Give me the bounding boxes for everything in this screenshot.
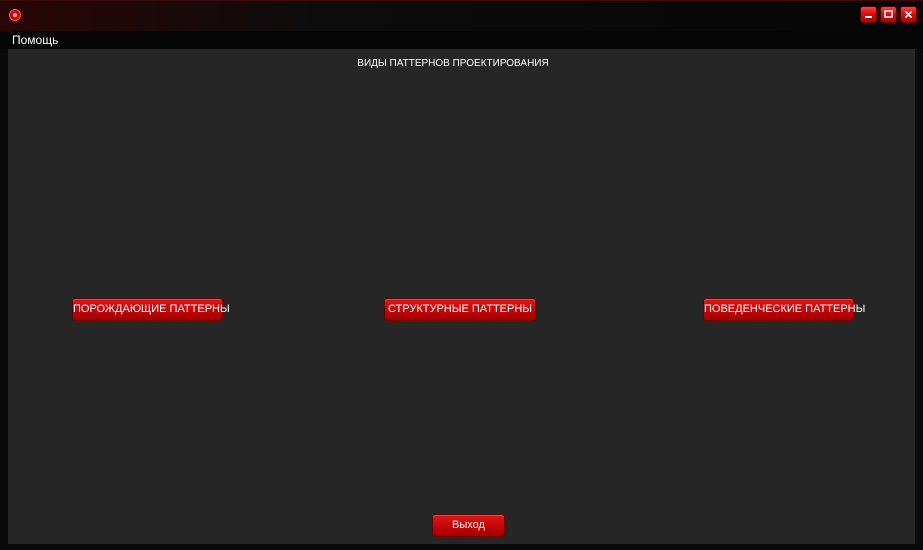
creational-patterns-button[interactable]: ПОРОЖДАЮЩИЕ ПАТТЕРНЫ: [72, 298, 230, 321]
page-title: ВИДЫ ПАТТЕРНОВ ПРОЕКТИРОВАНИЯ: [357, 58, 549, 69]
window-controls: [860, 6, 917, 23]
exit-button[interactable]: Выход: [432, 514, 505, 537]
app-icon: [8, 8, 22, 22]
minimize-icon[interactable]: [860, 6, 877, 23]
title-bar[interactable]: [0, 1, 923, 31]
menu-item-help[interactable]: Помощь: [12, 32, 58, 48]
close-icon[interactable]: [900, 6, 917, 23]
main-panel: ВИДЫ ПАТТЕРНОВ ПРОЕКТИРОВАНИЯ ПОРОЖДАЮЩИ…: [8, 49, 915, 544]
structural-patterns-button[interactable]: СТРУКТУРНЫЕ ПАТТЕРНЫ: [384, 298, 536, 321]
app-window: Помощь ВИДЫ ПАТТЕРНОВ ПРОЕКТИРОВАНИЯ ПОР…: [0, 0, 923, 550]
maximize-icon[interactable]: [880, 6, 897, 23]
menu-bar: Помощь: [0, 31, 923, 49]
behavioral-patterns-button[interactable]: ПОВЕДЕНЧЕСКИЕ ПАТТЕРНЫ: [703, 298, 865, 321]
